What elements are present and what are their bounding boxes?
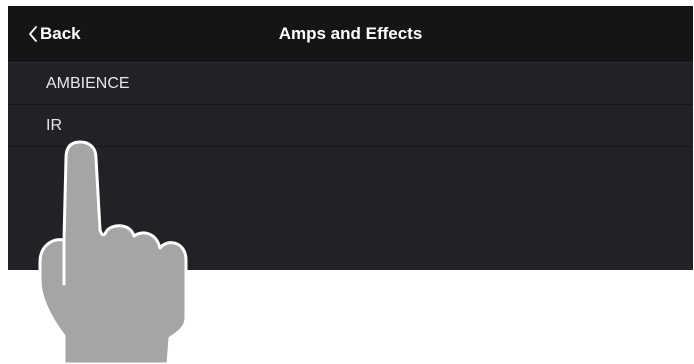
effects-list: AMBIENCE IR	[8, 63, 693, 147]
back-button[interactable]: Back	[28, 22, 81, 46]
back-button-label: Back	[40, 24, 81, 43]
list-item-label: AMBIENCE	[46, 75, 130, 92]
list-item-label: IR	[46, 117, 62, 134]
list-item-ir[interactable]: IR	[8, 105, 693, 147]
navigation-bar: Back Amps and Effects	[8, 6, 693, 63]
page-title: Amps and Effects	[278, 24, 423, 43]
list-item-ambience[interactable]: AMBIENCE	[8, 63, 693, 105]
app-screen: Back Amps and Effects AMBIENCE IR	[8, 6, 693, 270]
chevron-left-icon	[29, 26, 37, 42]
